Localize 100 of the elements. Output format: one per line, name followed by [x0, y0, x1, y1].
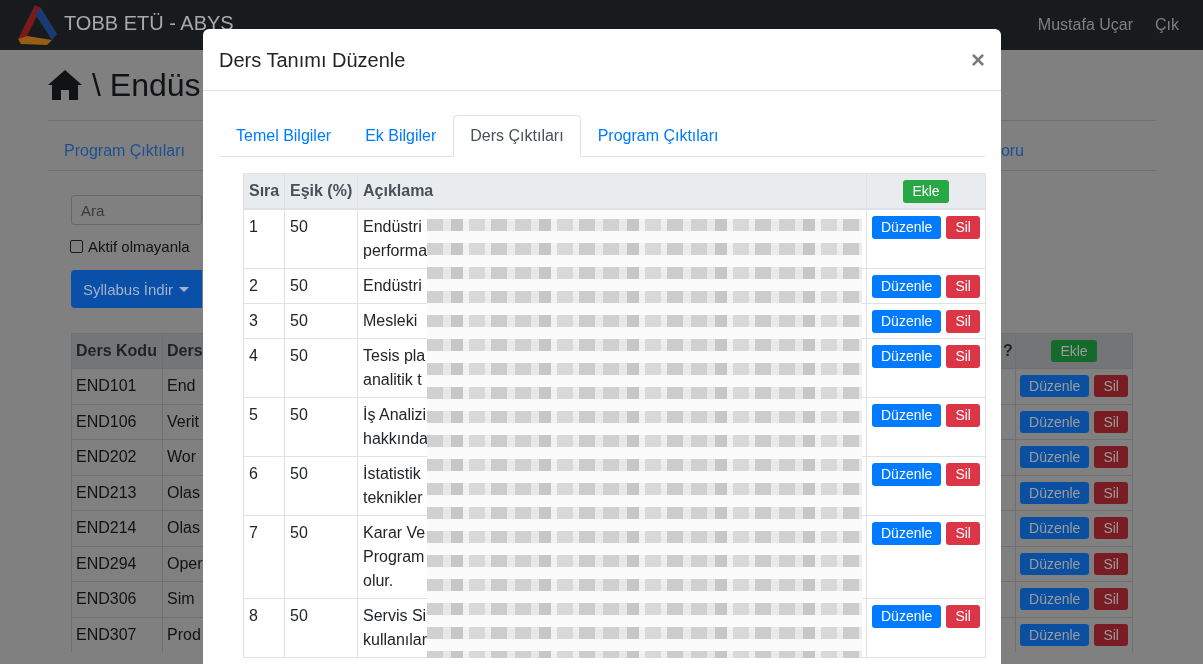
- threshold-value: 50: [290, 406, 308, 424]
- row-number: 2: [249, 277, 258, 295]
- threshold-value: 50: [290, 218, 308, 236]
- column-header: Eşik (%): [290, 182, 353, 200]
- row-number: 7: [249, 524, 258, 542]
- delete-button[interactable]: Sil: [946, 463, 980, 487]
- delete-button[interactable]: Sil: [946, 275, 980, 299]
- delete-button[interactable]: Sil: [1094, 517, 1128, 540]
- course-code: END214: [76, 519, 137, 536]
- delete-button[interactable]: Sil: [1094, 623, 1128, 646]
- column-header: Sıra: [249, 182, 280, 200]
- description-text: Tesis pla: [363, 347, 426, 365]
- course-code: END213: [76, 483, 137, 501]
- course-name: Sim: [167, 590, 195, 607]
- tab[interactable]: Ders Çıktıları: [453, 115, 581, 157]
- column-header: Açıklama: [363, 182, 434, 200]
- delete-button[interactable]: Sil: [1094, 410, 1128, 433]
- description-text: hakkında: [363, 430, 428, 448]
- course-code: END294: [76, 554, 137, 572]
- edit-button[interactable]: Düzenle: [872, 275, 942, 299]
- edit-button[interactable]: Düzenle: [1020, 375, 1090, 398]
- edit-button[interactable]: Düzenle: [1020, 588, 1090, 611]
- delete-button[interactable]: Sil: [1094, 481, 1128, 504]
- download-dropdown-button[interactable]: Syllabus İndir: [71, 270, 202, 308]
- edit-button[interactable]: Düzenle: [872, 522, 942, 546]
- threshold-value: 50: [290, 347, 308, 365]
- page-tab[interactable]: oru: [1000, 139, 1024, 163]
- row-number: 3: [249, 312, 258, 330]
- delete-button[interactable]: Sil: [946, 345, 980, 369]
- edit-button[interactable]: Düzenle: [872, 605, 942, 629]
- modal-title: Ders Tanımı Düzenle: [219, 47, 406, 73]
- search-field[interactable]: Ara: [71, 195, 202, 225]
- course-name: Prod: [167, 625, 201, 643]
- edit-button[interactable]: Düzenle: [872, 216, 942, 240]
- column-header: Ders: [167, 342, 203, 359]
- page-tab[interactable]: Program Çıktıları: [64, 139, 185, 163]
- tab[interactable]: Temel Bilgiler: [219, 115, 349, 157]
- logo-icon[interactable]: [16, 5, 58, 45]
- delete-button[interactable]: Sil: [946, 522, 980, 546]
- delete-button[interactable]: Sil: [946, 605, 980, 629]
- edit-button[interactable]: Düzenle: [1020, 410, 1090, 433]
- tab[interactable]: Ek Bilgiler: [348, 115, 454, 157]
- home-icon[interactable]: [47, 69, 83, 101]
- description-text: Endüstri: [363, 277, 422, 295]
- description-text: kullanılar: [363, 631, 428, 649]
- delete-button[interactable]: Sil: [1094, 588, 1128, 611]
- edit-button[interactable]: Düzenle: [1020, 623, 1090, 646]
- add-button[interactable]: Ekle: [903, 180, 949, 204]
- description-text: Servis Si: [363, 607, 427, 625]
- edit-button[interactable]: Düzenle: [1020, 481, 1090, 504]
- checkbox[interactable]: [70, 240, 83, 253]
- course-name: Olas: [167, 483, 200, 501]
- nav-link[interactable]: Çık: [1144, 13, 1187, 37]
- row-number: 1: [249, 218, 258, 236]
- page-title: \ Endüs: [92, 66, 201, 104]
- description-text: Program: [363, 548, 425, 566]
- edit-button[interactable]: Düzenle: [872, 404, 942, 428]
- description-text: olur.: [363, 572, 394, 590]
- delete-button[interactable]: Sil: [1094, 446, 1128, 469]
- delete-button[interactable]: Sil: [946, 404, 980, 428]
- course-name: Wor: [167, 448, 197, 465]
- course-name: Olas: [167, 519, 200, 536]
- delete-button[interactable]: Sil: [1094, 375, 1128, 398]
- description-text: Karar Ve: [363, 524, 426, 542]
- course-code: END106: [76, 412, 137, 430]
- threshold-value: 50: [290, 277, 308, 295]
- edit-button[interactable]: Düzenle: [1020, 446, 1090, 469]
- nav-link[interactable]: Mustafa Uçar: [1026, 13, 1144, 37]
- course-name: Oper: [167, 554, 203, 572]
- column-header: ?: [1003, 342, 1013, 359]
- brand-link[interactable]: TOBB ETÜ - ABYS: [64, 12, 234, 33]
- column-header: Ders Kodu: [76, 342, 157, 359]
- edit-button[interactable]: Düzenle: [872, 345, 942, 369]
- course-code: END202: [76, 448, 137, 465]
- course-code: END306: [76, 590, 137, 607]
- course-code: END101: [76, 377, 137, 394]
- description-text: İstatistik: [363, 465, 421, 483]
- description-text: analitik t: [363, 371, 422, 389]
- row-number: 6: [249, 465, 258, 483]
- edit-button[interactable]: Düzenle: [872, 310, 942, 334]
- add-button[interactable]: Ekle: [1051, 340, 1097, 362]
- threshold-value: 50: [290, 607, 308, 625]
- threshold-value: 50: [290, 524, 308, 542]
- course-code: END307: [76, 625, 137, 643]
- delete-button[interactable]: Sil: [946, 216, 980, 240]
- description-text: performa: [363, 242, 428, 260]
- checkbox-label: Aktif olmayanla: [88, 237, 190, 256]
- close-button[interactable]: ×: [971, 47, 985, 72]
- row-number: 4: [249, 347, 258, 365]
- edit-button[interactable]: Düzenle: [1020, 552, 1090, 575]
- description-text: Endüstri: [363, 218, 422, 236]
- threshold-value: 50: [290, 312, 308, 330]
- description-text: teknikler: [363, 489, 423, 507]
- course-name: End: [167, 377, 196, 394]
- course-name: Verit: [167, 412, 199, 430]
- delete-button[interactable]: Sil: [946, 310, 980, 334]
- delete-button[interactable]: Sil: [1094, 552, 1128, 575]
- tab[interactable]: Program Çıktıları: [580, 115, 736, 157]
- edit-button[interactable]: Düzenle: [872, 463, 942, 487]
- edit-button[interactable]: Düzenle: [1020, 517, 1090, 540]
